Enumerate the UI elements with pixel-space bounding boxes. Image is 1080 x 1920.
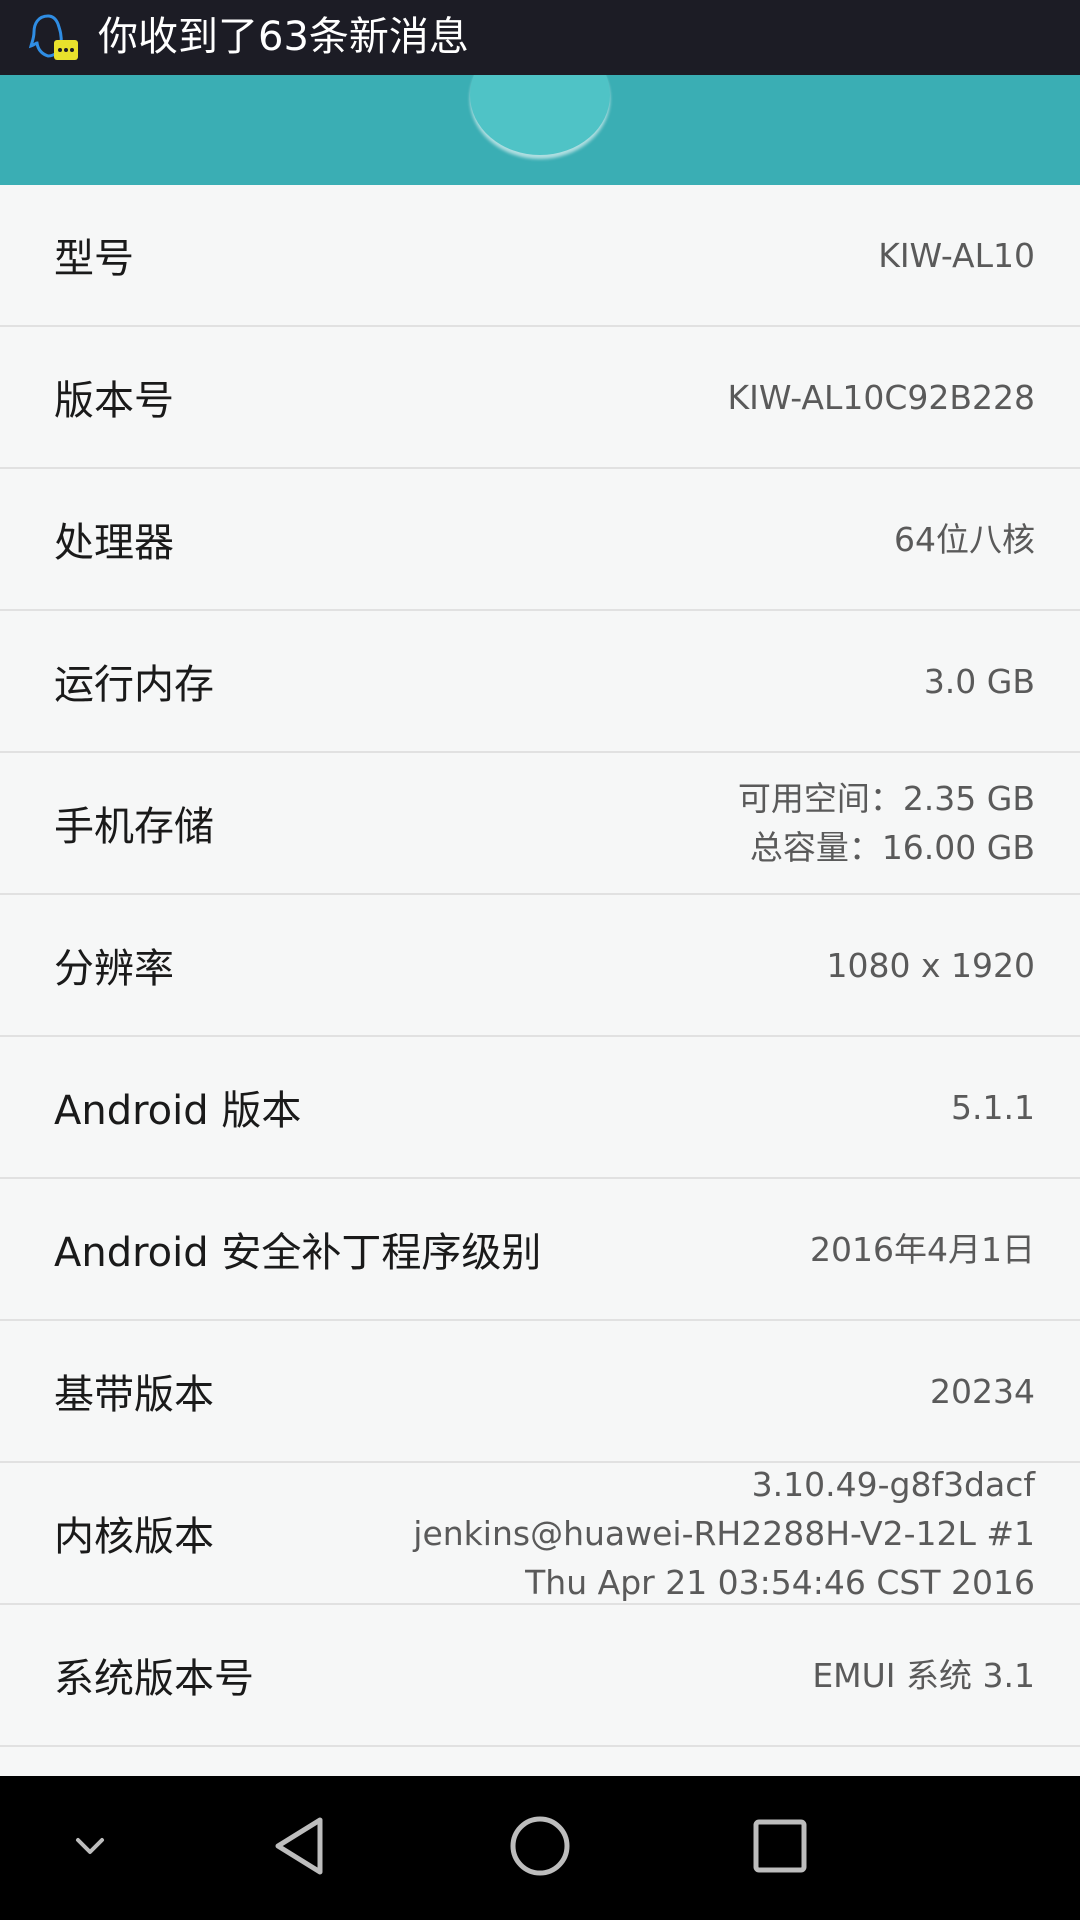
info-row[interactable]: Android 版本 5.1.1: [0, 1037, 1080, 1179]
info-value-line: jenkins@huawei-RH2288H-V2-12L #1: [413, 1513, 1035, 1553]
info-label: 版本号: [54, 378, 174, 424]
status-bar: 你收到了63条新消息: [0, 0, 1080, 75]
info-value-line: 20234: [930, 1371, 1035, 1411]
navigation-bar: [0, 1776, 1080, 1920]
info-value-line: 总容量：16.00 GB: [749, 828, 1035, 867]
info-value-line: 3.10.49-g8f3dacf: [751, 1464, 1035, 1504]
info-label: 分辨率: [54, 946, 174, 992]
info-value: KIW-AL10C92B228: [728, 373, 1035, 422]
info-value-line: KIW-AL10: [878, 235, 1035, 275]
recents-icon: [752, 1818, 808, 1878]
recents-button[interactable]: [720, 1776, 840, 1920]
header-band: [0, 75, 1080, 185]
info-value-line: 64位八核: [894, 519, 1035, 559]
info-value: EMUI 系统 3.1: [812, 1651, 1035, 1700]
home-icon: [508, 1814, 572, 1882]
info-value: 2016年4月1日: [810, 1225, 1035, 1274]
info-value-line: EMUI 系统 3.1: [812, 1655, 1035, 1695]
info-row[interactable]: 系统版本号 EMUI 系统 3.1: [0, 1605, 1080, 1747]
info-label: Android 安全补丁程序级别: [54, 1230, 542, 1276]
info-row[interactable]: 处理器 64位八核: [0, 469, 1080, 611]
info-value: 可用空间：2.35 GB 总容量：16.00 GB: [738, 774, 1035, 872]
info-row[interactable]: Android 安全补丁程序级别 2016年4月1日: [0, 1179, 1080, 1321]
home-button[interactable]: [480, 1776, 600, 1920]
info-label: 基带版本: [54, 1372, 214, 1418]
info-value-line: Thu Apr 21 03:54:46 CST 2016: [525, 1562, 1035, 1602]
info-row[interactable]: 基带版本 20234: [0, 1321, 1080, 1463]
info-row[interactable]: 版本号 KIW-AL10C92B228: [0, 327, 1080, 469]
info-value: 5.1.1: [951, 1083, 1035, 1132]
info-value: 1080 x 1920: [827, 941, 1035, 990]
info-row[interactable]: 型号 KIW-AL10: [0, 185, 1080, 327]
notification-text[interactable]: 你收到了63条新消息: [98, 0, 469, 75]
chevron-down-icon: [72, 1834, 108, 1862]
info-row[interactable]: 手机存储 可用空间：2.35 GB 总容量：16.00 GB: [0, 753, 1080, 895]
info-label: 手机存储: [54, 804, 214, 850]
info-value-line: KIW-AL10C92B228: [727, 377, 1035, 417]
info-value-line: 5.1.1: [951, 1087, 1035, 1127]
back-icon: [270, 1814, 330, 1882]
info-value-line: 可用空间：2.35 GB: [737, 779, 1035, 818]
info-label: 系统版本号: [54, 1656, 254, 1702]
info-value: 3.10.49-g8f3dacf jenkins@huawei-RH2288H-V…: [413, 1460, 1035, 1607]
back-button[interactable]: [240, 1776, 360, 1920]
info-value: 20234: [930, 1367, 1035, 1416]
header-arc-decoration: [470, 75, 610, 155]
info-row[interactable]: 分辨率 1080 x 1920: [0, 895, 1080, 1037]
info-value: 3.0 GB: [924, 657, 1035, 706]
info-value-line: 3.0 GB: [923, 661, 1035, 701]
info-label: 处理器: [54, 520, 174, 566]
info-label: 内核版本: [54, 1514, 214, 1560]
info-label: 型号: [54, 236, 134, 282]
info-row[interactable]: 内核版本 3.10.49-g8f3dacf jenkins@huawei-RH228…: [0, 1463, 1080, 1605]
qq-icon: [28, 10, 80, 66]
info-value-line: 1080 x 1920: [826, 945, 1035, 985]
info-label: 运行内存: [54, 662, 214, 708]
chevron-down-button[interactable]: [30, 1776, 150, 1920]
info-value: 64位八核: [894, 515, 1035, 564]
info-label: Android 版本: [54, 1088, 302, 1134]
device-info-list: 型号 KIW-AL10 版本号 KIW-AL10C92B228 处理器 64位八核运行内存…: [0, 185, 1080, 1747]
info-row[interactable]: 运行内存 3.0 GB: [0, 611, 1080, 753]
info-value-line: 2016年4月1日: [810, 1229, 1035, 1269]
info-value: KIW-AL10: [878, 231, 1035, 280]
